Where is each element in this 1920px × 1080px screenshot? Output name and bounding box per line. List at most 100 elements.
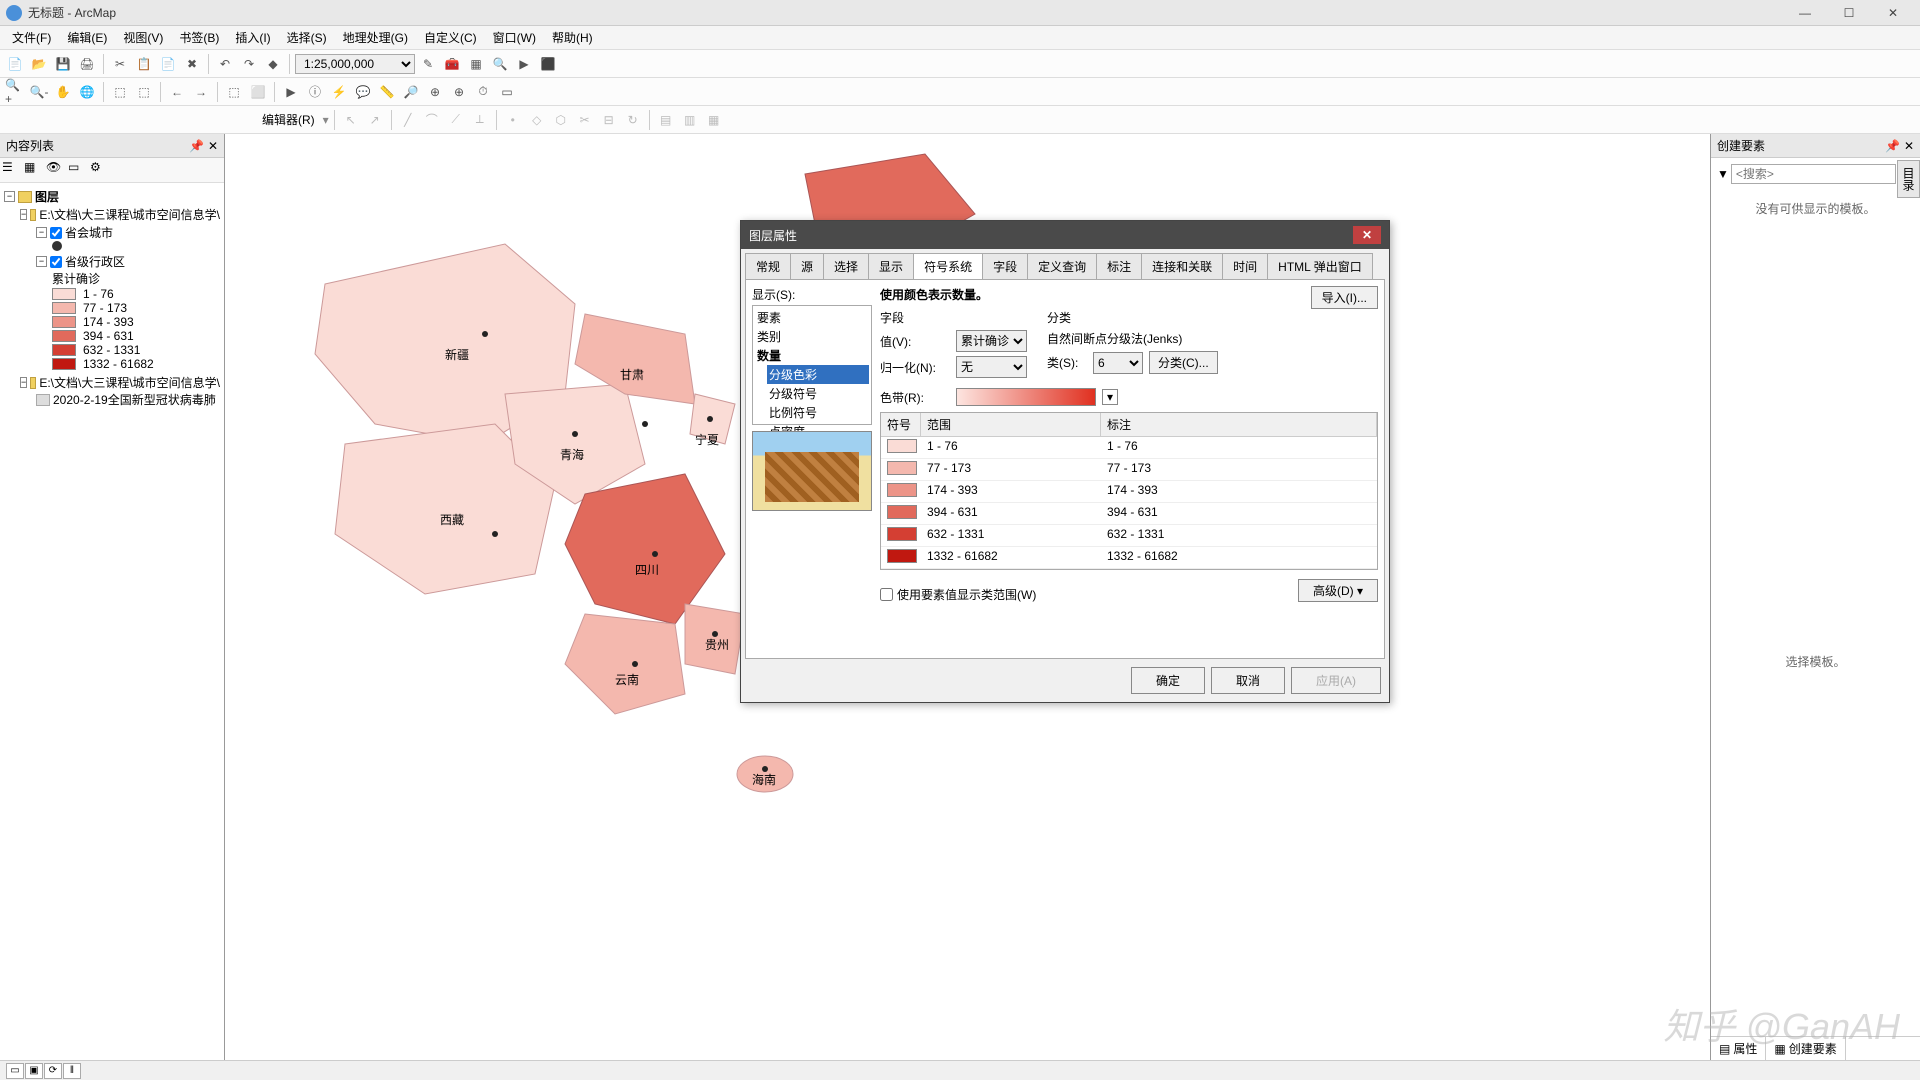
python-icon[interactable]: ▶ [513,53,535,75]
apply-button[interactable]: 应用(A) [1291,667,1381,694]
pin-icon[interactable]: 📌 [189,139,204,153]
folder-path[interactable]: E:\文档\大三课程\城市空间信息学\ [39,206,220,223]
forward-icon[interactable]: → [190,81,212,103]
save-icon[interactable]: 💾 [52,53,74,75]
show-item-graduated-colors[interactable]: 分级色彩 [767,365,869,384]
create-viewer-icon[interactable]: ▭ [496,81,518,103]
right-angle-icon[interactable]: ⟂ [469,109,491,131]
pan-icon[interactable]: ✋ [52,81,74,103]
model-builder-icon[interactable]: ⬛ [537,53,559,75]
arc-segment-icon[interactable]: ⌒ [421,109,443,131]
hyperlink-icon[interactable]: ⚡ [328,81,350,103]
menu-window[interactable]: 窗口(W) [485,27,544,48]
expand-toggle[interactable]: − [4,191,15,202]
menu-help[interactable]: 帮助(H) [544,27,601,48]
attributes-icon[interactable]: ▤ [655,109,677,131]
expand-toggle[interactable]: − [20,209,27,220]
split-icon[interactable]: ⊟ [598,109,620,131]
legend-item[interactable]: 1 - 76 [52,287,220,301]
close-panel-icon[interactable]: ✕ [208,139,218,153]
dialog-tab[interactable]: 选择 [823,253,869,279]
dialog-tab[interactable]: 字段 [982,253,1028,279]
dialog-tab[interactable]: 常规 [745,253,791,279]
time-slider-icon[interactable]: ⏱ [472,81,494,103]
pin-icon[interactable]: 📌 [1885,139,1900,153]
delete-icon[interactable]: ✖ [181,53,203,75]
dialog-tab[interactable]: 标注 [1096,253,1142,279]
new-icon[interactable]: 📄 [4,53,26,75]
pause-icon[interactable]: ‖ [63,1063,81,1079]
full-extent-icon[interactable]: 🌐 [76,81,98,103]
legend-item[interactable]: 394 - 631 [52,329,220,343]
refresh-icon[interactable]: ⟳ [44,1063,62,1079]
back-icon[interactable]: ← [166,81,188,103]
fixed-zoom-out-icon[interactable]: ⬚ [133,81,155,103]
cut-polygons-icon[interactable]: ✂ [574,109,596,131]
show-item-categories[interactable]: 类别 [755,327,869,346]
search-icon[interactable]: 🔍 [489,53,511,75]
close-panel-icon[interactable]: ✕ [1904,139,1914,153]
sketch-properties-icon[interactable]: ▥ [679,109,701,131]
layer-checkbox[interactable] [50,256,62,268]
show-item-quantities[interactable]: 数量 [755,346,869,365]
advanced-button[interactable]: 高级(D) ▾ [1298,579,1378,602]
menu-selection[interactable]: 选择(S) [279,27,335,48]
menu-geoprocessing[interactable]: 地理处理(G) [335,27,416,48]
class-row[interactable]: 1 - 761 - 76 [881,437,1377,459]
dialog-titlebar[interactable]: 图层属性 ✕ [741,221,1389,249]
expand-toggle[interactable]: − [36,256,47,267]
layout-view-icon[interactable]: ▣ [25,1063,43,1079]
show-item-graduated-symbols[interactable]: 分级符号 [767,384,869,403]
classify-button[interactable]: 分类(C)... [1149,351,1218,374]
class-row[interactable]: 1332 - 616821332 - 61682 [881,547,1377,569]
edit-vertices-icon[interactable]: ◇ [526,109,548,131]
editor-toolbar-icon[interactable]: ✎ [417,53,439,75]
show-item-features[interactable]: 要素 [755,308,869,327]
toolbox-icon[interactable]: 🧰 [441,53,463,75]
class-row[interactable]: 632 - 1331632 - 1331 [881,525,1377,547]
fixed-zoom-in-icon[interactable]: ⬚ [109,81,131,103]
value-selector[interactable]: 累计确诊 [956,330,1027,352]
cancel-button[interactable]: 取消 [1211,667,1285,694]
undo-icon[interactable]: ↶ [214,53,236,75]
html-popup-icon[interactable]: 💬 [352,81,374,103]
create-features-icon[interactable]: ▦ [703,109,725,131]
dialog-close-button[interactable]: ✕ [1353,226,1381,244]
list-by-drawing-order-icon[interactable]: ☰ [2,160,22,180]
ramp-dropdown-icon[interactable]: ▾ [1102,389,1118,405]
classes-count-selector[interactable]: 6 [1093,352,1143,374]
menu-customize[interactable]: 自定义(C) [416,27,485,48]
select-elements-icon[interactable]: ▶ [280,81,302,103]
redo-icon[interactable]: ↷ [238,53,260,75]
legend-item[interactable]: 632 - 1331 [52,343,220,357]
point-icon[interactable]: • [502,109,524,131]
expand-toggle[interactable]: − [20,377,27,388]
dialog-tab[interactable]: 时间 [1222,253,1268,279]
tab-create-features[interactable]: ▦ 创建要素 [1766,1037,1845,1060]
measure-icon[interactable]: 📏 [376,81,398,103]
print-icon[interactable]: 🖨 [76,53,98,75]
edit-tool-icon[interactable]: ↖ [340,109,362,131]
class-row[interactable]: 174 - 393174 - 393 [881,481,1377,503]
filter-icon[interactable]: ▼ [1717,167,1729,181]
list-by-selection-icon[interactable]: ▭ [68,160,88,180]
expand-toggle[interactable]: − [36,227,47,238]
add-data-icon[interactable]: ◆ [262,53,284,75]
dialog-tab[interactable]: HTML 弹出窗口 [1267,253,1373,279]
copy-icon[interactable]: 📋 [133,53,155,75]
folder-path-2[interactable]: E:\文档\大三课程\城市空间信息学\ [39,374,220,391]
list-by-visibility-icon[interactable]: 👁 [46,160,66,180]
dialog-tab[interactable]: 连接和关联 [1141,253,1223,279]
dialog-tab[interactable]: 定义查询 [1027,253,1097,279]
menu-edit[interactable]: 编辑(E) [59,27,115,48]
layers-root[interactable]: 图层 [35,188,59,205]
reshape-icon[interactable]: ⬡ [550,109,572,131]
table-name[interactable]: 2020-2-19全国新型冠状病毒肺 [53,391,216,408]
data-view-icon[interactable]: ▭ [6,1063,24,1079]
dialog-tab[interactable]: 显示 [868,253,914,279]
find-route-icon[interactable]: ⊕ [424,81,446,103]
layer-provinces[interactable]: 省级行政区 [65,253,125,270]
find-icon[interactable]: 🔎 [400,81,422,103]
show-feature-values-checkbox[interactable] [880,588,893,601]
layer-cities[interactable]: 省会城市 [65,224,113,241]
